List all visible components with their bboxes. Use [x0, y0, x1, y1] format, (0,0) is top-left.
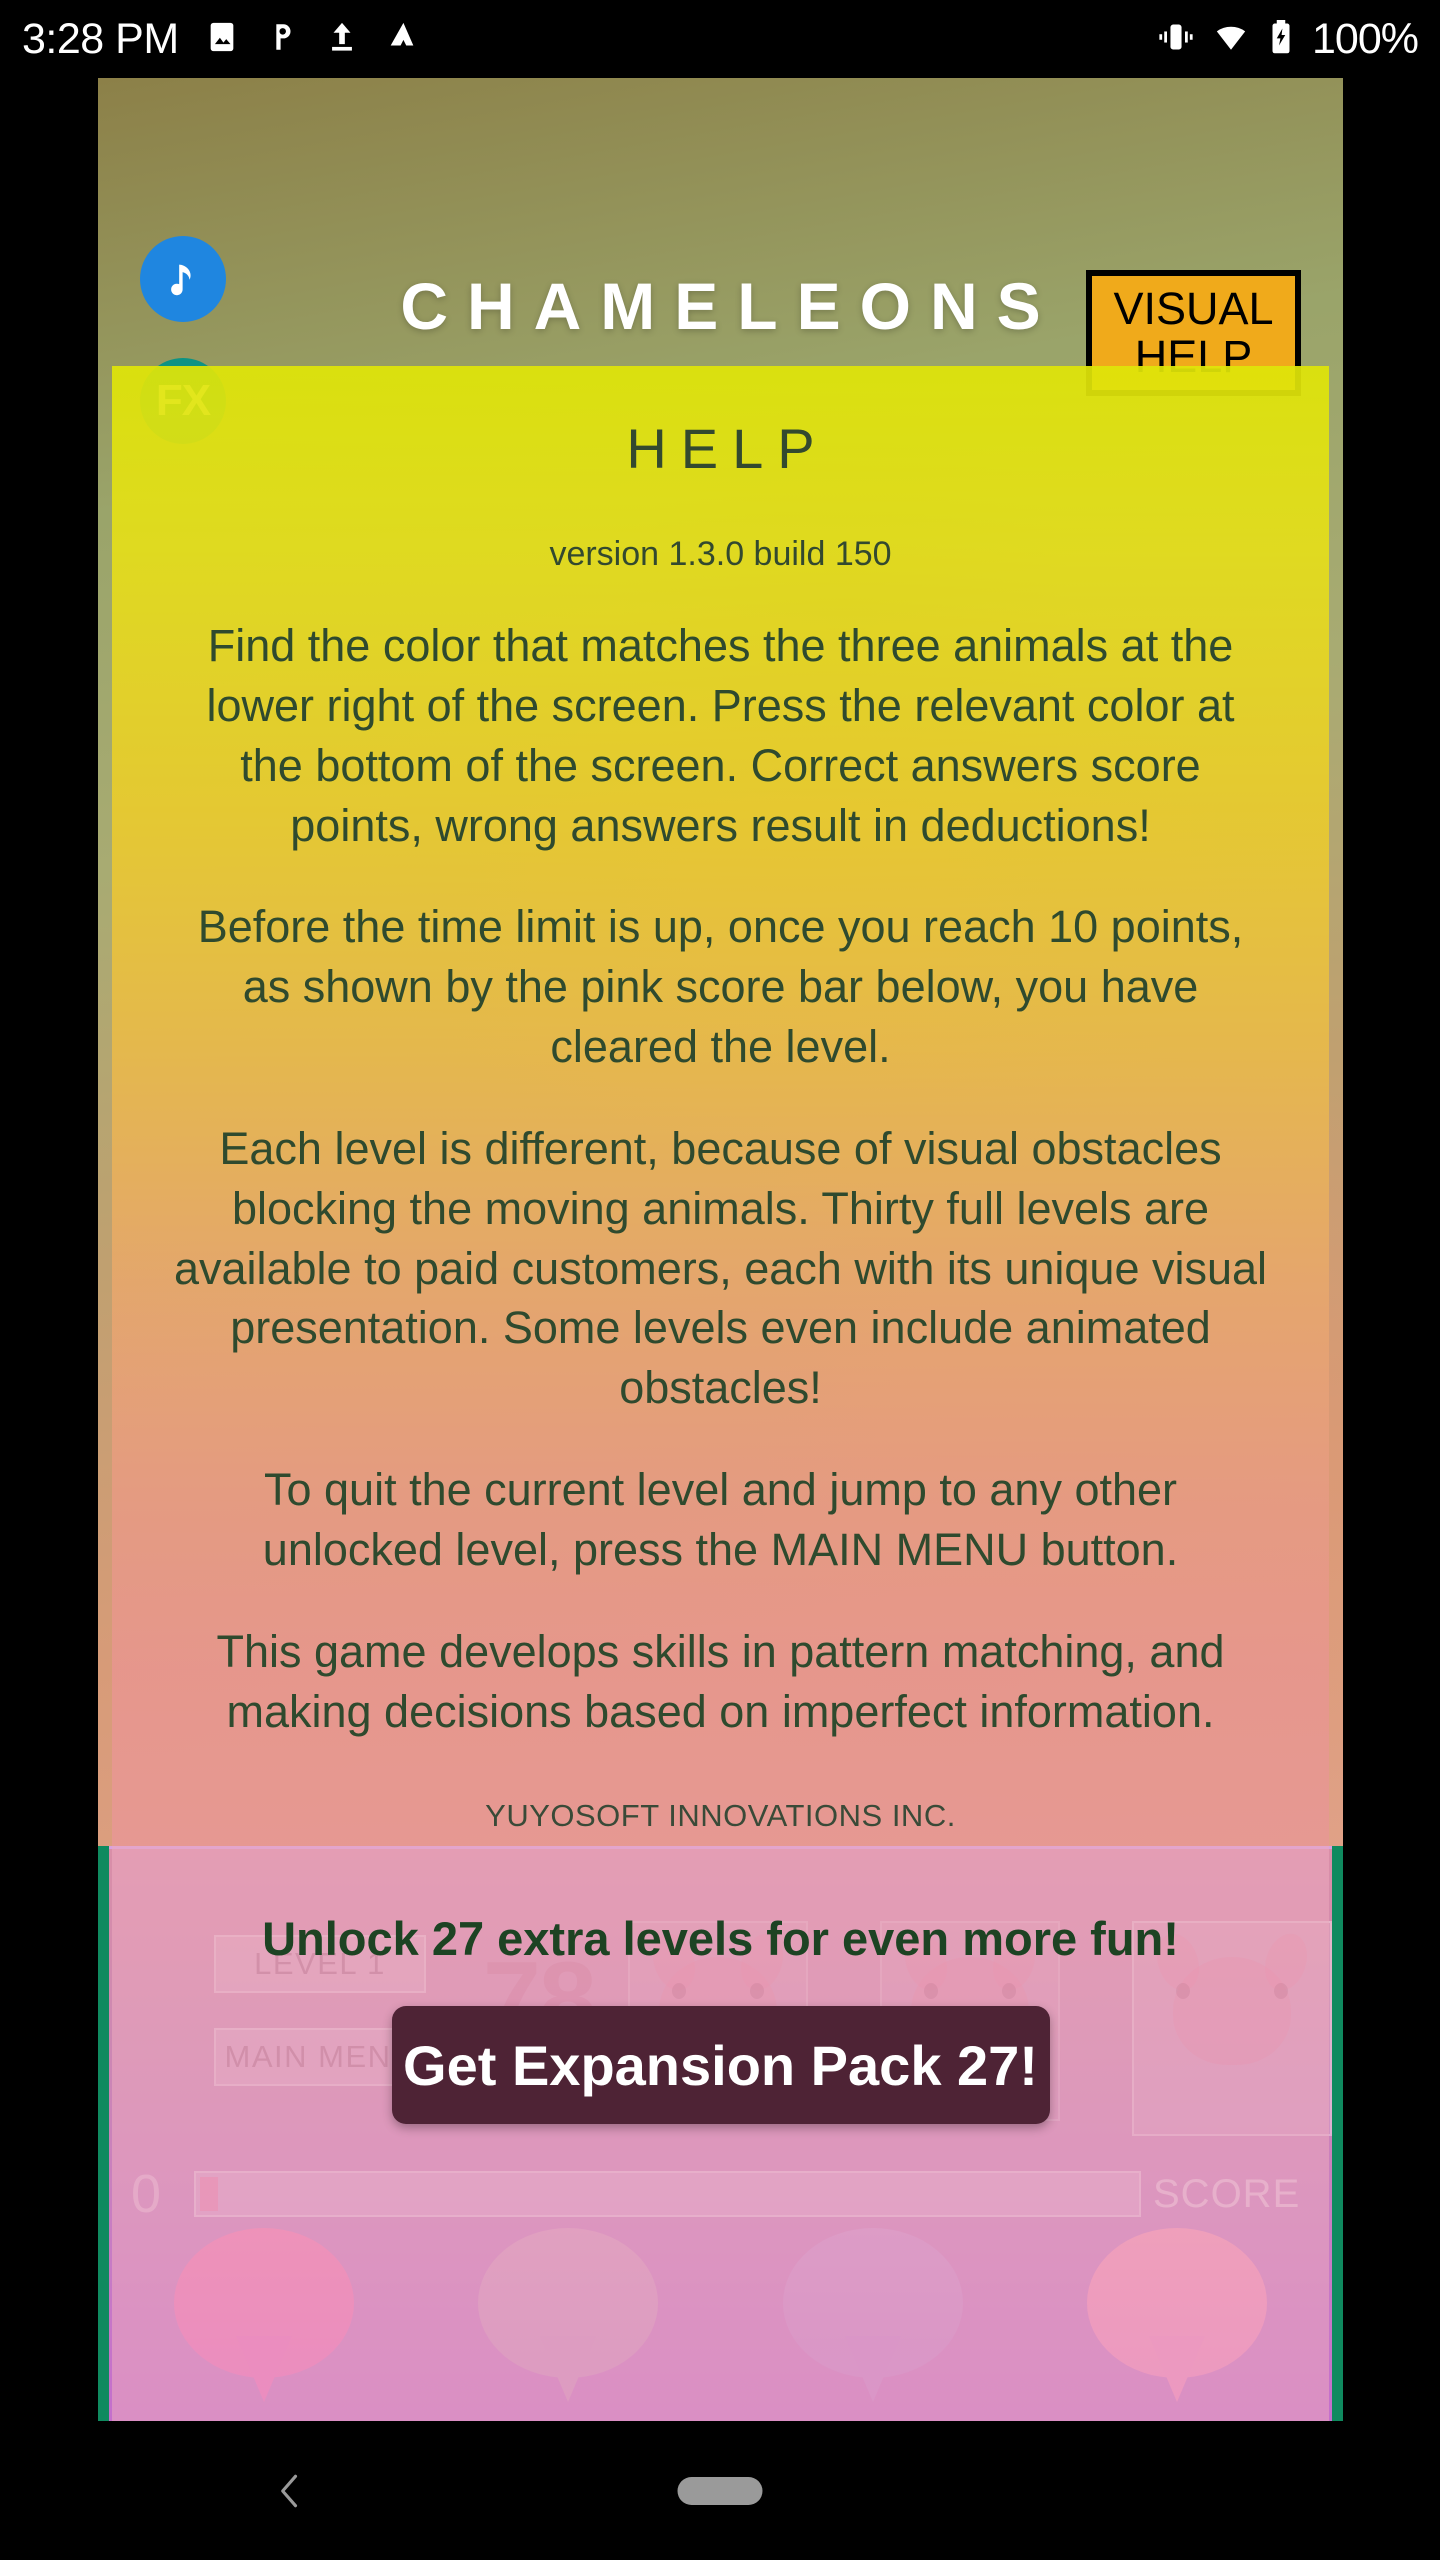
- status-bar-right: 100%: [1158, 15, 1440, 64]
- music-note-icon[interactable]: [140, 236, 226, 322]
- promo-headline: Unlock 27 extra levels for even more fun…: [262, 1912, 1179, 1965]
- system-nav-bar: [0, 2421, 1440, 2560]
- battery-charging-icon: [1268, 19, 1294, 59]
- upload-icon: [325, 20, 359, 59]
- vibrate-icon: [1158, 20, 1194, 59]
- visual-help-line-1: VISUAL: [1113, 282, 1274, 334]
- help-paragraph: This game develops skills in pattern mat…: [216, 1625, 1225, 1737]
- help-title: HELP: [626, 417, 829, 480]
- help-paragraph: Before the time limit is up, once you re…: [197, 901, 1244, 1073]
- promo-overlay: Unlock 27 extra levels for even more fun…: [112, 1846, 1329, 2421]
- battery-percent: 100%: [1312, 14, 1419, 63]
- play-area-left-edge: [98, 1846, 109, 2421]
- image-icon: [205, 20, 239, 59]
- help-paragraph: Find the color that matches the three an…: [206, 620, 1235, 851]
- help-version: version 1.3.0 build 150: [549, 535, 892, 573]
- music-note-glyph: [171, 264, 191, 296]
- help-paragraph: To quit the current level and jump to an…: [262, 1464, 1179, 1575]
- get-expansion-pack-button[interactable]: Get Expansion Pack 27!: [391, 2006, 1050, 2124]
- photos-icon: [265, 20, 299, 59]
- status-time: 3:28 PM: [22, 14, 179, 63]
- help-panel: HELP version 1.3.0 build 150 Find the co…: [112, 366, 1329, 1846]
- game-screen: LEVEL 1 MAIN MENU 78 0: [98, 78, 1343, 2421]
- company-name: YUYOSOFT INNOVATIONS INC.: [485, 1797, 956, 1833]
- drive-icon: [385, 20, 419, 59]
- wifi-icon: [1212, 20, 1250, 59]
- status-bar: 3:28 PM 100%: [0, 0, 1440, 78]
- status-bar-left: 3:28 PM: [0, 15, 419, 64]
- play-area-right-edge: [1332, 1846, 1343, 2421]
- home-pill-icon[interactable]: [677, 2476, 763, 2505]
- app-header: CHAMELEONS VISUAL HELP FX: [98, 78, 1343, 444]
- help-paragraph: Each level is different, because of visu…: [173, 1122, 1268, 1414]
- game-content: LEVEL 1 MAIN MENU 78 0: [98, 78, 1343, 2421]
- chevron-left-icon[interactable]: [268, 2469, 312, 2513]
